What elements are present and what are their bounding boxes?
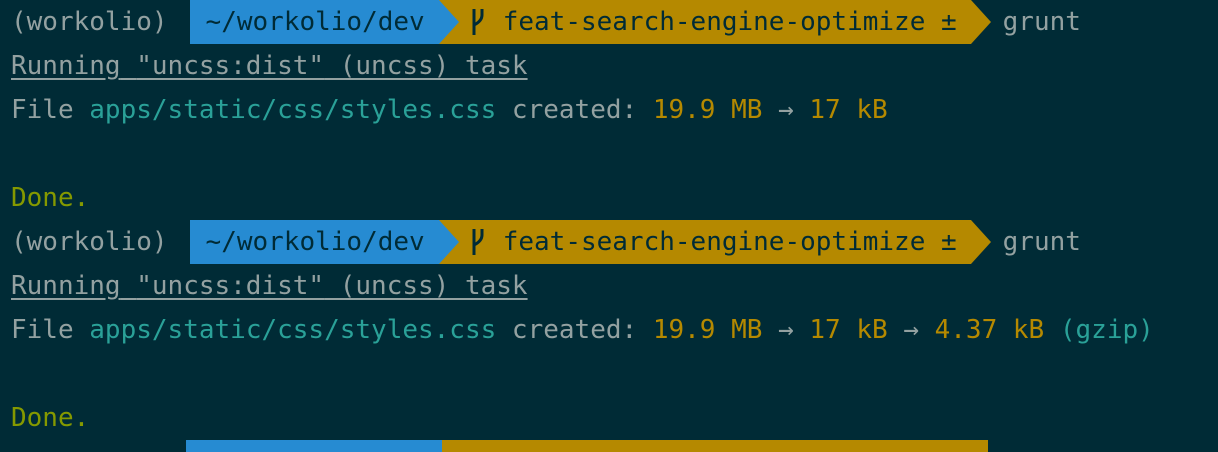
output-line: File apps/static/css/styles.css created:… xyxy=(11,315,1154,345)
git-branch-name: feat-search-engine-optimize ± xyxy=(502,7,957,37)
gzip-label: (gzip) xyxy=(1044,315,1154,345)
virtualenv-name: (workolio) xyxy=(11,227,168,257)
size-gzip: 4.37 kB xyxy=(934,315,1045,345)
git-branch-icon xyxy=(472,229,484,255)
command-text: grunt xyxy=(1002,7,1081,37)
output-line: Running "uncss:dist" (uncss) task xyxy=(11,51,528,81)
output-line: Running "uncss:dist" (uncss) task xyxy=(11,271,528,301)
current-directory: ~/workolio/dev xyxy=(189,220,439,264)
virtualenv-name: (workolio) xyxy=(11,7,168,37)
size-min: 17 kB xyxy=(809,315,888,345)
file-path: apps/static/css/styles.css xyxy=(89,95,497,125)
done-message: Done. xyxy=(11,183,90,213)
current-directory: ~/workolio/dev xyxy=(189,0,439,44)
powerline-separator xyxy=(970,220,991,264)
output-line: File apps/static/css/styles.css created:… xyxy=(11,95,888,125)
size-original: 19.9 MB xyxy=(652,95,763,125)
file-path: apps/static/css/styles.css xyxy=(89,315,497,345)
next-prompt-partial xyxy=(186,440,988,452)
powerline-separator xyxy=(438,0,459,44)
terminal-window[interactable]: (workolio) ~/workolio/dev feat-search-en… xyxy=(0,0,1218,452)
done-message: Done. xyxy=(11,403,90,433)
git-branch-segment: feat-search-engine-optimize ± xyxy=(458,0,971,44)
powerline-separator xyxy=(970,0,991,44)
git-branch-icon xyxy=(472,9,484,35)
git-branch-name: feat-search-engine-optimize ± xyxy=(502,227,957,257)
shell-prompt: (workolio) ~/workolio/dev feat-search-en… xyxy=(11,220,1218,264)
shell-prompt: (workolio) ~/workolio/dev feat-search-en… xyxy=(11,0,1218,44)
powerline-separator xyxy=(438,220,459,264)
size-original: 19.9 MB xyxy=(652,315,763,345)
size-min: 17 kB xyxy=(809,95,888,125)
git-branch-segment: feat-search-engine-optimize ± xyxy=(458,220,971,264)
command-text: grunt xyxy=(1002,227,1081,257)
